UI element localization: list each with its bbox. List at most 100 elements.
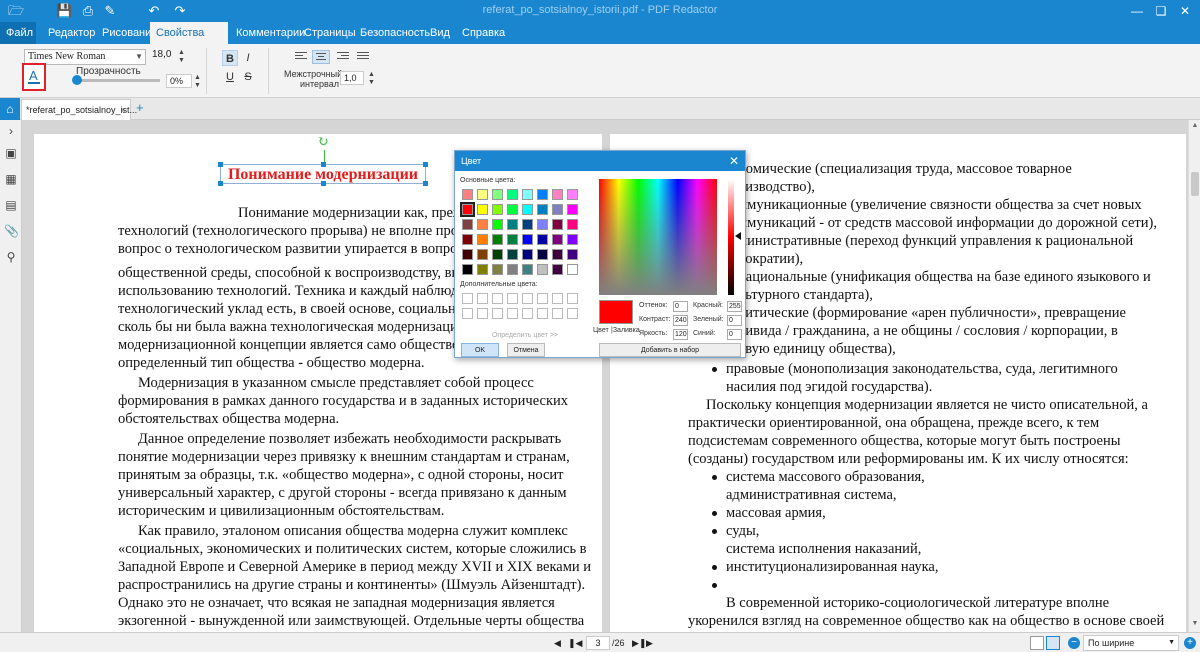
two-page-view-icon[interactable] — [1046, 636, 1060, 650]
color-swatch[interactable] — [522, 189, 533, 200]
color-swatch[interactable] — [507, 264, 518, 275]
line-spacing-input[interactable]: 1,0 — [340, 71, 364, 85]
menu-file[interactable]: Файл ▾ — [0, 22, 36, 61]
custom-color-swatch[interactable] — [552, 308, 563, 319]
color-swatch[interactable] — [477, 249, 488, 260]
transparency-input[interactable]: 0% — [166, 74, 192, 88]
color-swatch[interactable] — [552, 219, 563, 230]
custom-color-swatch[interactable] — [522, 293, 533, 304]
add-to-custom-colors-button[interactable]: Добавить в набор — [599, 343, 741, 357]
luminance-pointer-icon[interactable] — [735, 232, 741, 240]
red-input[interactable]: 255 — [727, 301, 742, 312]
vertical-scrollbar[interactable]: ▲ ▼ — [1188, 120, 1200, 632]
color-swatch[interactable] — [552, 204, 563, 215]
transparency-down-icon[interactable]: ▼ — [194, 82, 201, 89]
align-left-button[interactable] — [292, 50, 310, 64]
color-spectrum[interactable] — [599, 179, 717, 295]
color-swatch[interactable] — [477, 204, 488, 215]
rotate-handle-icon[interactable]: ↻ — [317, 136, 329, 150]
spacing-down-icon[interactable]: ▼ — [368, 79, 375, 86]
resize-handle[interactable] — [423, 181, 428, 186]
color-swatch[interactable] — [537, 234, 548, 245]
custom-color-swatch[interactable] — [492, 293, 503, 304]
color-swatch[interactable] — [492, 249, 503, 260]
color-swatch[interactable] — [522, 264, 533, 275]
blue-input[interactable]: 0 — [727, 329, 742, 340]
color-swatch[interactable] — [567, 189, 578, 200]
tab-editor[interactable]: Редактор — [42, 22, 101, 44]
color-swatch[interactable] — [567, 219, 578, 230]
color-swatch[interactable] — [537, 249, 548, 260]
hue-input[interactable]: 0 — [673, 301, 688, 312]
color-swatch[interactable] — [522, 219, 533, 230]
color-swatch[interactable] — [522, 249, 533, 260]
transparency-slider[interactable] — [72, 75, 160, 85]
color-swatch[interactable] — [507, 219, 518, 230]
color-swatch[interactable] — [462, 189, 473, 200]
color-swatch[interactable] — [507, 234, 518, 245]
zoom-out-icon[interactable]: − — [1068, 637, 1080, 649]
custom-color-swatch[interactable] — [477, 293, 488, 304]
custom-color-swatch[interactable] — [552, 293, 563, 304]
color-swatch[interactable] — [552, 249, 563, 260]
transparency-slider-handle[interactable] — [72, 75, 82, 85]
color-swatch[interactable] — [477, 264, 488, 275]
ok-button[interactable]: OK — [461, 343, 499, 357]
align-center-button[interactable] — [312, 50, 330, 64]
tab-text-properties[interactable]: Свойства текста — [150, 22, 228, 61]
color-swatch[interactable] — [522, 234, 533, 245]
zoom-select[interactable]: По ширине ▼ — [1083, 635, 1179, 651]
document-tab[interactable]: *referat_po_sotsialnoy_ist... × — [21, 99, 137, 120]
dialog-close-icon[interactable]: ✕ — [729, 151, 739, 171]
first-page-icon[interactable]: ◀ — [554, 635, 561, 651]
cancel-button[interactable]: Отмена — [507, 343, 545, 357]
saturation-input[interactable]: 240 — [673, 315, 688, 326]
zoom-in-icon[interactable]: + — [1184, 637, 1196, 649]
scroll-down-icon[interactable]: ▼ — [1189, 620, 1200, 627]
color-swatch[interactable] — [492, 264, 503, 275]
color-swatch[interactable] — [492, 219, 503, 230]
color-swatch[interactable] — [552, 234, 563, 245]
italic-button[interactable]: I — [240, 50, 256, 66]
color-swatch[interactable] — [567, 234, 578, 245]
scroll-up-icon[interactable]: ▲ — [1189, 122, 1200, 129]
custom-color-swatch[interactable] — [492, 308, 503, 319]
transparency-up-icon[interactable]: ▲ — [194, 74, 201, 81]
font-size-down-icon[interactable]: ▼ — [178, 57, 185, 64]
strikethrough-button[interactable]: S — [240, 69, 256, 85]
color-swatch[interactable] — [507, 189, 518, 200]
color-swatch[interactable] — [552, 264, 563, 275]
attachments-icon[interactable]: 📎 — [4, 224, 19, 238]
resize-handle[interactable] — [218, 162, 223, 167]
align-justify-button[interactable] — [354, 50, 372, 64]
custom-color-swatch[interactable] — [477, 308, 488, 319]
color-swatch[interactable] — [567, 204, 578, 215]
thumbnails-icon[interactable]: ▣ — [4, 146, 18, 160]
underline-button[interactable]: U — [222, 69, 238, 85]
comments-panel-icon[interactable]: ▤ — [4, 198, 18, 212]
color-swatch[interactable] — [492, 204, 503, 215]
custom-color-swatch[interactable] — [522, 308, 533, 319]
custom-color-swatch[interactable] — [462, 293, 473, 304]
tab-pages[interactable]: Страницы — [298, 22, 362, 44]
custom-color-swatch[interactable] — [567, 293, 578, 304]
color-swatch[interactable] — [477, 234, 488, 245]
define-color-button[interactable]: Определить цвет >> — [465, 329, 585, 343]
expand-panel-icon[interactable]: › — [4, 124, 18, 138]
custom-color-swatch[interactable] — [507, 308, 518, 319]
minimize-icon[interactable]: — — [1128, 2, 1146, 20]
luminance-input[interactable]: 120 — [673, 329, 688, 340]
bold-button[interactable]: B — [222, 50, 238, 66]
text-color-button[interactable]: A — [22, 63, 46, 91]
color-swatch[interactable] — [522, 204, 533, 215]
custom-color-swatch[interactable] — [567, 308, 578, 319]
color-swatch[interactable] — [492, 189, 503, 200]
maximize-icon[interactable]: ❏ — [1152, 2, 1170, 20]
page-number-input[interactable]: 3 — [586, 636, 610, 650]
color-swatch[interactable] — [567, 264, 578, 275]
tab-help[interactable]: Справка — [456, 22, 511, 44]
color-swatch[interactable] — [552, 189, 563, 200]
close-icon[interactable]: ✕ — [1176, 2, 1194, 20]
color-swatch[interactable] — [537, 264, 548, 275]
scrollbar-thumb[interactable] — [1191, 172, 1199, 196]
